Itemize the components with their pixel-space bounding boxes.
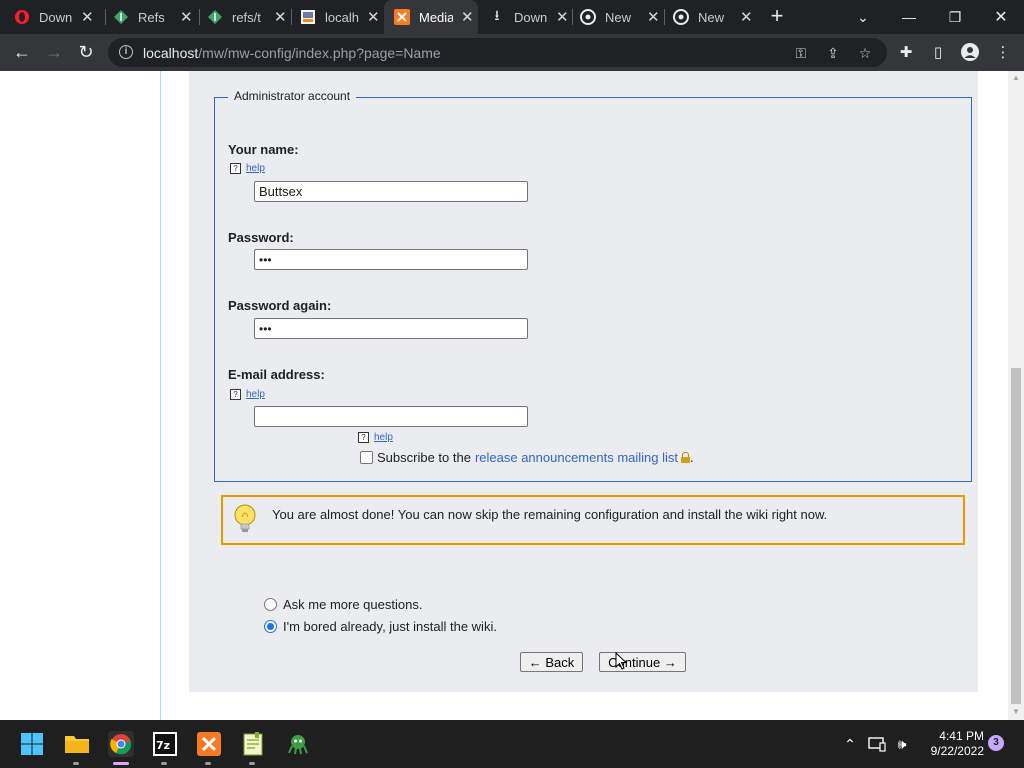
close-icon[interactable]: ✕ bbox=[274, 8, 287, 26]
tab-title: New bbox=[605, 9, 632, 25]
email-input[interactable] bbox=[254, 406, 528, 427]
minimize-icon[interactable]: — bbox=[886, 0, 932, 34]
email-label: E-mail address: bbox=[228, 367, 325, 382]
browser-tab-strip: Down ✕ Refs ✕ refs/t ✕ localh ✕ Media ✕ … bbox=[0, 0, 1024, 34]
radio-ask-more-questions[interactable]: Ask me more questions. bbox=[264, 597, 422, 612]
sidebar-border bbox=[160, 71, 161, 720]
tab-title: localh bbox=[325, 9, 359, 25]
password-input[interactable] bbox=[254, 249, 528, 270]
close-icon[interactable]: ✕ bbox=[180, 8, 193, 26]
browser-tab[interactable]: ⭳ Down ✕ bbox=[489, 0, 577, 34]
browser-tab[interactable]: refs/t ✕ bbox=[207, 0, 295, 34]
your-name-label: Your name: bbox=[228, 142, 299, 157]
system-clock[interactable]: 4:41 PM 9/22/2022 bbox=[918, 729, 984, 759]
file-explorer-icon[interactable] bbox=[64, 731, 90, 765]
close-icon[interactable]: ✕ bbox=[740, 8, 753, 26]
xampp-taskbar-icon[interactable] bbox=[196, 731, 222, 765]
radio-button[interactable] bbox=[264, 598, 277, 611]
scroll-up-icon[interactable]: ▲ bbox=[1008, 71, 1024, 85]
help-link[interactable]: ? help bbox=[358, 432, 393, 443]
new-tab-icon[interactable]: + bbox=[766, 5, 788, 27]
browser-tab[interactable]: New ✕ bbox=[580, 0, 668, 34]
back-arrow-icon[interactable]: ← bbox=[8, 38, 36, 66]
volume-icon[interactable]: 🕪 bbox=[892, 734, 912, 754]
chrome-icon bbox=[673, 9, 689, 25]
close-icon[interactable]: ✕ bbox=[647, 8, 660, 26]
chevron-up-icon[interactable]: ⌃ bbox=[840, 734, 860, 754]
password-again-input[interactable] bbox=[254, 318, 528, 339]
tab-title: Refs bbox=[138, 9, 165, 25]
restore-icon[interactable]: ❐ bbox=[932, 0, 978, 34]
back-button[interactable]: ← Back bbox=[520, 652, 583, 672]
question-icon: ? bbox=[230, 163, 241, 174]
password-again-label: Password again: bbox=[228, 298, 332, 313]
chrome-icon bbox=[580, 9, 596, 25]
scrollbar-thumb[interactable] bbox=[1011, 368, 1021, 704]
close-window-icon[interactable]: ✕ bbox=[978, 0, 1024, 34]
extensions-icon[interactable]: ✚ bbox=[894, 40, 918, 64]
question-icon: ? bbox=[230, 389, 241, 400]
browser-tab[interactable]: Down ✕ bbox=[14, 0, 102, 34]
subscribe-text: Subscribe to the bbox=[377, 450, 471, 465]
tab-title: Down bbox=[514, 9, 548, 25]
7zip-icon[interactable]: 7z bbox=[152, 731, 178, 765]
forward-arrow-icon[interactable]: → bbox=[40, 38, 68, 66]
bookmark-star-icon[interactable]: ☆ bbox=[856, 44, 874, 62]
close-icon[interactable]: ✕ bbox=[461, 8, 474, 26]
address-bar[interactable]: i localhost/mw/mw-config/index.php?page=… bbox=[108, 38, 887, 67]
reload-icon[interactable]: ↻ bbox=[72, 38, 100, 66]
chrome-taskbar-icon[interactable] bbox=[108, 731, 134, 765]
tab-title: Down bbox=[39, 9, 73, 25]
svg-text:7z: 7z bbox=[156, 739, 170, 752]
phpmyadmin-icon bbox=[300, 9, 316, 25]
profile-icon[interactable] bbox=[958, 40, 982, 64]
notice-text: You are almost done! You can now skip th… bbox=[272, 507, 828, 522]
password-label: Password: bbox=[228, 230, 294, 245]
share-icon[interactable]: ⇪ bbox=[824, 44, 842, 62]
tab-title: refs/t bbox=[232, 9, 261, 25]
notification-badge[interactable]: 3 bbox=[988, 735, 1004, 751]
download-icon: ⭳ bbox=[494, 7, 500, 23]
notepad-plus-plus-icon[interactable] bbox=[240, 731, 266, 765]
windows-start-icon[interactable] bbox=[19, 731, 45, 757]
lightbulb-icon bbox=[234, 504, 256, 532]
close-icon[interactable]: ✕ bbox=[81, 8, 94, 26]
gitea-icon bbox=[113, 9, 129, 25]
close-icon[interactable]: ✕ bbox=[556, 8, 569, 26]
browser-toolbar: ← → ↻ i localhost/mw/mw-config/index.php… bbox=[0, 34, 1024, 71]
menu-kebab-icon[interactable]: ⋮ bbox=[991, 40, 1015, 64]
question-icon: ? bbox=[358, 432, 369, 443]
scroll-down-icon[interactable]: ▼ bbox=[1008, 705, 1024, 719]
fieldset-legend: Administrator account bbox=[228, 89, 357, 103]
opera-icon bbox=[14, 9, 30, 25]
xampp-icon bbox=[394, 9, 410, 25]
browser-tab[interactable]: localh ✕ bbox=[300, 0, 388, 34]
continue-button[interactable]: Continue → bbox=[599, 652, 686, 672]
mouse-cursor-icon bbox=[615, 652, 627, 670]
key-icon[interactable]: ⚿ bbox=[792, 44, 810, 62]
windows-taskbar: 7z ⌃ 🕪 4:41 PM 9/22/2022 bbox=[0, 720, 1024, 768]
side-panel-icon[interactable]: ▯ bbox=[926, 40, 950, 64]
your-name-input[interactable] bbox=[254, 181, 528, 202]
help-link[interactable]: ? help bbox=[230, 389, 265, 400]
browser-tab[interactable]: New ✕ bbox=[673, 0, 761, 34]
browser-tab-active[interactable]: Media ✕ bbox=[384, 0, 478, 34]
gitkraken-icon[interactable] bbox=[285, 731, 311, 757]
network-icon[interactable] bbox=[867, 734, 887, 754]
help-link[interactable]: ? help bbox=[230, 163, 265, 174]
browser-tab[interactable]: Refs ✕ bbox=[113, 0, 201, 34]
radio-button-selected[interactable] bbox=[264, 620, 277, 633]
url-text: localhost/mw/mw-config/index.php?page=Na… bbox=[143, 45, 441, 61]
subscribe-checkbox[interactable] bbox=[360, 451, 373, 464]
site-info-icon[interactable]: i bbox=[119, 45, 133, 59]
subscribe-row: Subscribe to the release announcements m… bbox=[360, 450, 694, 465]
radio-just-install[interactable]: I'm bored already, just install the wiki… bbox=[264, 619, 497, 634]
close-icon[interactable]: ✕ bbox=[367, 8, 380, 26]
gitea-icon bbox=[207, 9, 223, 25]
tab-title: New bbox=[698, 9, 725, 25]
lock-icon bbox=[681, 452, 691, 463]
tab-search-icon[interactable]: ⌄ bbox=[840, 0, 886, 34]
tab-title: Media bbox=[419, 9, 453, 25]
mailing-list-link[interactable]: release announcements mailing list bbox=[475, 450, 678, 465]
